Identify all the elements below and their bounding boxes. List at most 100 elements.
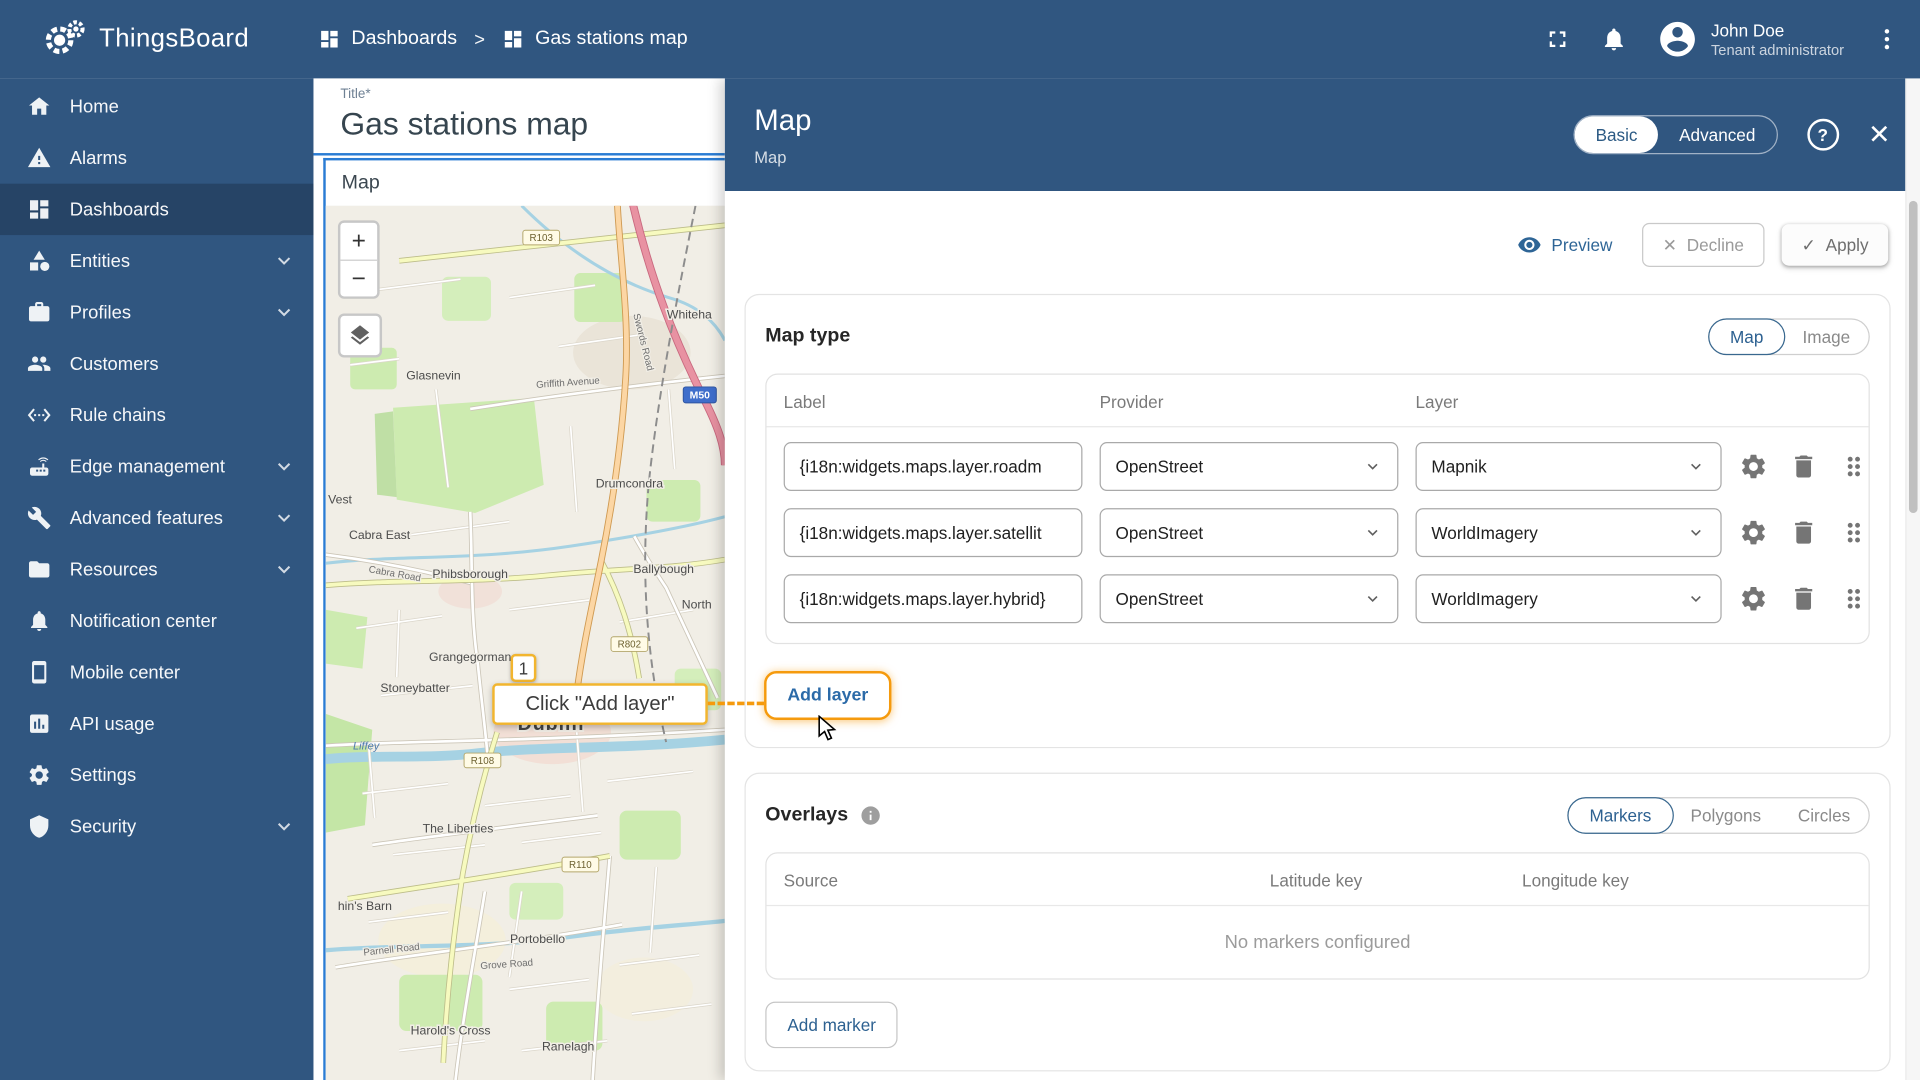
sidebar-item-security[interactable]: Security bbox=[0, 801, 313, 852]
chevron-down-icon bbox=[277, 463, 291, 471]
toggle-basic[interactable]: Basic bbox=[1574, 116, 1659, 154]
sidebar-item-advanced-features[interactable]: Advanced features bbox=[0, 492, 313, 543]
svg-text:Liffey: Liffey bbox=[353, 740, 381, 752]
preview-button[interactable]: Preview bbox=[1504, 221, 1625, 269]
add-layer-button[interactable]: Add layer bbox=[764, 671, 892, 720]
layer-delete-button[interactable] bbox=[1789, 452, 1818, 481]
add-marker-button[interactable]: Add marker bbox=[765, 1001, 898, 1049]
layer-drag-handle[interactable] bbox=[1839, 452, 1868, 481]
sidebar-item-resources[interactable]: Resources bbox=[0, 544, 313, 595]
layer-drag-handle[interactable] bbox=[1839, 518, 1868, 547]
svg-text:Whiteha: Whiteha bbox=[667, 307, 712, 321]
sidebar: Home Alarms Dashboards Entities Profiles… bbox=[0, 78, 314, 1080]
layer-select[interactable]: WorldImagery bbox=[1415, 508, 1722, 558]
layer-settings-button[interactable] bbox=[1739, 518, 1768, 547]
info-icon[interactable] bbox=[859, 804, 881, 826]
decline-button[interactable]: ✕ Decline bbox=[1641, 222, 1765, 267]
apply-button[interactable]: ✓ Apply bbox=[1781, 224, 1889, 266]
svg-text:Portobello: Portobello bbox=[510, 932, 565, 946]
map-layers-button[interactable] bbox=[337, 313, 383, 358]
sidebar-item-settings[interactable]: Settings bbox=[0, 749, 313, 800]
provider-select[interactable]: OpenStreet bbox=[1099, 574, 1399, 624]
toggle-polygons[interactable]: Polygons bbox=[1672, 798, 1779, 832]
breadcrumb-current-page[interactable]: Gas stations map bbox=[502, 28, 688, 50]
fullscreen-button[interactable] bbox=[1544, 26, 1571, 53]
user-menu[interactable]: John Doe Tenant administrator bbox=[1657, 18, 1844, 60]
more-menu-button[interactable] bbox=[1873, 26, 1900, 53]
toggle-markers[interactable]: Markers bbox=[1567, 797, 1674, 834]
sidebar-item-dashboards[interactable]: Dashboards bbox=[0, 183, 314, 236]
svg-text:Phibsborough: Phibsborough bbox=[432, 567, 508, 581]
toggle-circles[interactable]: Circles bbox=[1779, 798, 1868, 832]
provider-select[interactable]: OpenStreet bbox=[1099, 508, 1399, 558]
close-panel-button[interactable]: ✕ bbox=[1868, 121, 1891, 148]
layer-settings-button[interactable] bbox=[1739, 584, 1768, 613]
layer-delete-button[interactable] bbox=[1789, 518, 1818, 547]
sidebar-item-rule-chains[interactable]: Rule chains bbox=[0, 389, 313, 440]
toggle-map[interactable]: Map bbox=[1707, 318, 1786, 356]
zoom-out-button[interactable]: − bbox=[340, 259, 378, 297]
sidebar-item-home[interactable]: Home bbox=[0, 81, 313, 132]
sidebar-item-alarms[interactable]: Alarms bbox=[0, 132, 313, 183]
layer-delete-button[interactable] bbox=[1789, 584, 1818, 613]
gear-icon bbox=[1742, 454, 1765, 479]
markers-table-header: Source Latitude key Longitude key bbox=[766, 853, 1869, 907]
settings-panel-body: Preview ✕ Decline ✓ Apply Map type Map I… bbox=[724, 191, 1906, 1080]
toggle-image[interactable]: Image bbox=[1784, 320, 1868, 354]
svg-text:hin's Barn: hin's Barn bbox=[338, 899, 392, 913]
scrollbar-thumb[interactable] bbox=[1908, 200, 1918, 514]
layer-select[interactable]: Mapnik bbox=[1415, 442, 1722, 492]
svg-text:Glasnevin: Glasnevin bbox=[406, 369, 461, 383]
zoom-in-button[interactable]: + bbox=[340, 222, 378, 260]
sidebar-item-edge-management[interactable]: Edge management bbox=[0, 441, 313, 492]
breadcrumb-dashboards[interactable]: Dashboards bbox=[318, 28, 457, 50]
user-info: John Doe Tenant administrator bbox=[1711, 19, 1844, 59]
panel-scrollbar[interactable] bbox=[1905, 78, 1920, 1080]
x-icon: ✕ bbox=[1662, 235, 1677, 255]
title-field-value[interactable]: Gas stations map bbox=[340, 105, 724, 143]
layer-label-input[interactable]: {i18n:widgets.maps.layer.hybrid} bbox=[783, 574, 1083, 624]
app-logo[interactable]: ThingsBoard bbox=[0, 15, 277, 64]
layer-label-input[interactable]: {i18n:widgets.maps.layer.roadm bbox=[783, 442, 1083, 492]
help-button[interactable]: ? bbox=[1806, 118, 1839, 151]
chevron-down-icon bbox=[277, 565, 291, 574]
sidebar-item-api-usage[interactable]: API usage bbox=[0, 698, 313, 749]
notifications-button[interactable] bbox=[1601, 26, 1628, 53]
layer-select[interactable]: WorldImagery bbox=[1415, 574, 1722, 624]
sidebar-item-entities[interactable]: Entities bbox=[0, 235, 313, 286]
sidebar-item-mobile-center[interactable]: Mobile center bbox=[0, 647, 313, 698]
bell-icon bbox=[1605, 28, 1624, 51]
toggle-advanced[interactable]: Advanced bbox=[1658, 116, 1776, 153]
dashboard-icon bbox=[504, 30, 522, 48]
map-type-heading: Map type bbox=[765, 325, 851, 347]
column-layer: Layer bbox=[1415, 391, 1459, 412]
breadcrumb-section-label: Dashboards bbox=[351, 28, 458, 49]
sidebar-item-notification-center[interactable]: Notification center bbox=[0, 595, 313, 646]
widget-settings-panel: Map Map Basic Advanced ? ✕ Preview ✕ Dec… bbox=[724, 78, 1920, 1080]
layer-settings-button[interactable] bbox=[1739, 452, 1768, 481]
chevron-down-icon bbox=[1356, 523, 1383, 543]
overlays-header: Overlays Markers Polygons Circles bbox=[765, 793, 1870, 837]
panel-header-actions: Basic Advanced ? ✕ bbox=[1573, 115, 1891, 155]
top-bar: ThingsBoard Dashboards > Gas stations ma… bbox=[0, 0, 1920, 79]
chevron-down-icon bbox=[1679, 589, 1706, 609]
svg-text:Harold's Cross: Harold's Cross bbox=[411, 1024, 491, 1038]
layer-drag-handle[interactable] bbox=[1839, 584, 1868, 613]
people-icon bbox=[27, 356, 51, 371]
trash-icon bbox=[1795, 521, 1813, 544]
road-ref-r103: R103 bbox=[522, 229, 561, 246]
sidebar-item-customers[interactable]: Customers bbox=[0, 338, 313, 389]
smartphone-icon bbox=[32, 661, 47, 684]
drag-indicator-icon bbox=[1847, 522, 1860, 543]
settings-panel-titles: Map Map bbox=[754, 103, 811, 165]
row-actions bbox=[1739, 452, 1869, 481]
svg-text:Ballybough: Ballybough bbox=[633, 562, 694, 576]
map-canvas[interactable]: R103 M50 R802 R108 R110 Whiteha Glasnevi… bbox=[325, 205, 725, 1080]
dashboard-title-field[interactable]: Title* Gas stations map bbox=[313, 78, 725, 156]
rule-chain-icon bbox=[27, 408, 51, 422]
avatar bbox=[1660, 21, 1696, 57]
provider-select[interactable]: OpenStreet bbox=[1099, 442, 1399, 492]
layer-label-input[interactable]: {i18n:widgets.maps.layer.satellit bbox=[783, 508, 1083, 558]
sidebar-item-profiles[interactable]: Profiles bbox=[0, 287, 313, 338]
check-icon: ✓ bbox=[1801, 235, 1816, 255]
